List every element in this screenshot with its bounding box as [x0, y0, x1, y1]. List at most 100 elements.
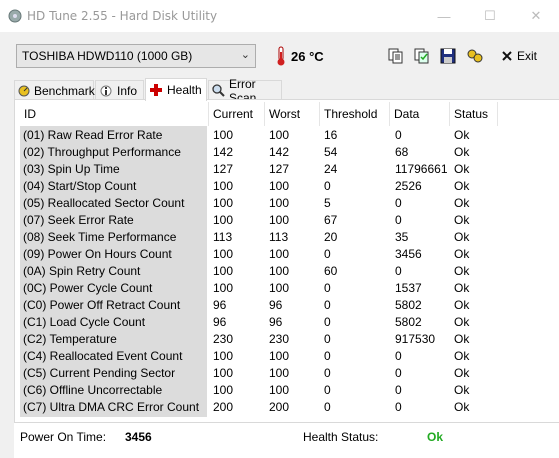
minimize-button[interactable]: — [421, 0, 467, 32]
cell-status: Ok [454, 145, 470, 159]
close-button[interactable]: ✕ [513, 0, 559, 32]
cell-data: 3456 [395, 247, 422, 261]
copy-info-button[interactable] [385, 45, 407, 67]
cell-status: Ok [454, 298, 470, 312]
table-row[interactable]: (C4) Reallocated Event Count 100 100 0 0 Ok [20, 347, 498, 364]
column-header-worst[interactable]: Worst [265, 102, 320, 126]
cell-current: 100 [213, 383, 234, 397]
options-button[interactable] [464, 45, 486, 67]
cell-current: 100 [213, 179, 234, 193]
maximize-icon: ☐ [484, 8, 496, 23]
tab-label: Benchmark [34, 83, 95, 98]
cell-threshold: 0 [324, 179, 331, 193]
table-row[interactable]: (05) Reallocated Sector Count 100 100 5 0 Ok [20, 194, 498, 211]
table-row[interactable]: (03) Spin Up Time 127 127 24 11796661 Ok [20, 160, 498, 177]
cell-data: 35 [395, 230, 409, 244]
column-header-id[interactable]: ID [20, 102, 209, 126]
cell-data: 1537 [395, 281, 422, 295]
cell-worst: 100 [269, 247, 290, 261]
table-row[interactable]: (09) Power On Hours Count 100 100 0 3456 Ok [20, 245, 498, 262]
cell-worst: 100 [269, 349, 290, 363]
table-row[interactable]: (08) Seek Time Performance 113 113 20 35 Ok [20, 228, 498, 245]
window-title: HD Tune 2.55 - Hard Disk Utility [27, 9, 218, 23]
cell-status: Ok [454, 332, 470, 346]
cell-current: 142 [213, 145, 234, 159]
cell-current: 100 [213, 247, 234, 261]
cell-worst: 100 [269, 281, 290, 295]
options-icon [467, 49, 483, 63]
cell-data: 0 [395, 264, 402, 278]
table-row[interactable]: (C5) Current Pending Sector 100 100 0 0 Ok [20, 364, 498, 381]
cell-data: 0 [395, 400, 402, 414]
cell-current: 96 [213, 298, 227, 312]
cell-id: (0C) Power Cycle Count [23, 281, 153, 295]
cell-id: (09) Power On Hours Count [23, 247, 172, 261]
cell-data: 2526 [395, 179, 422, 193]
cell-data: 5802 [395, 315, 422, 329]
cell-threshold: 0 [324, 332, 331, 346]
cell-threshold: 0 [324, 400, 331, 414]
cell-id: (0A) Spin Retry Count [23, 264, 141, 278]
cell-id: (08) Seek Time Performance [23, 230, 177, 244]
cell-worst: 230 [269, 332, 290, 346]
cell-status: Ok [454, 247, 470, 261]
table-row[interactable]: (C0) Power Off Retract Count 96 96 0 5802 Ok [20, 296, 498, 313]
cell-worst: 200 [269, 400, 290, 414]
cell-id: (03) Spin Up Time [23, 162, 120, 176]
power-on-time-value: 3456 [125, 430, 152, 444]
cell-id: (05) Reallocated Sector Count [23, 196, 185, 210]
cell-worst: 127 [269, 162, 290, 176]
minimize-icon: — [437, 8, 451, 24]
cell-id: (C5) Current Pending Sector [23, 366, 176, 380]
cell-threshold: 0 [324, 247, 331, 261]
cell-worst: 100 [269, 196, 290, 210]
cell-status: Ok [454, 179, 470, 193]
cell-data: 0 [395, 196, 402, 210]
table-row[interactable]: (0A) Spin Retry Count 100 100 60 0 Ok [20, 262, 498, 279]
table-row[interactable]: (C1) Load Cycle Count 96 96 0 5802 Ok [20, 313, 498, 330]
cell-status: Ok [454, 400, 470, 414]
cell-worst: 100 [269, 128, 290, 142]
cell-current: 200 [213, 400, 234, 414]
table-row[interactable]: (C7) Ultra DMA CRC Error Count 200 200 0 0 Ok [20, 398, 498, 415]
tab-health[interactable]: Health [145, 78, 207, 101]
tab-info[interactable]: Info [95, 80, 144, 100]
cell-id: (C0) Power Off Retract Count [23, 298, 181, 312]
table-row[interactable]: (02) Throughput Performance 142 142 54 68 Ok [20, 143, 498, 160]
cell-threshold: 5 [324, 196, 331, 210]
cell-current: 100 [213, 196, 234, 210]
column-header-status[interactable]: Status [450, 102, 498, 126]
tab-benchmark[interactable]: Benchmark [14, 80, 95, 100]
cell-id: (C4) Reallocated Event Count [23, 349, 183, 363]
tab-error-scan[interactable]: Error Scan [208, 77, 282, 105]
maximize-button[interactable]: ☐ [467, 0, 513, 32]
cell-id: (C2) Temperature [23, 332, 117, 346]
table-row[interactable]: (0C) Power Cycle Count 100 100 0 1537 Ok [20, 279, 498, 296]
save-icon [440, 48, 456, 64]
cell-id: (07) Seek Error Rate [23, 213, 134, 227]
exit-button[interactable]: Exit [501, 47, 537, 65]
chevron-down-icon[interactable]: ⌄ [241, 48, 250, 61]
table-row[interactable]: (C6) Offline Uncorrectable 100 100 0 0 Ok [20, 381, 498, 398]
copy-all-button[interactable] [411, 45, 433, 67]
temperature-readout: 26 °C [291, 49, 324, 64]
save-button[interactable] [437, 45, 459, 67]
drive-select[interactable]: TOSHIBA HDWD110 (1000 GB) ⌄ [16, 44, 256, 68]
table-row[interactable]: (07) Seek Error Rate 100 100 67 0 Ok [20, 211, 498, 228]
column-header-data[interactable]: Data [390, 102, 450, 126]
health-panel: ID Current Worst Threshold Data Status (… [14, 99, 559, 422]
table-row[interactable]: (C2) Temperature 230 230 0 917530 Ok [20, 330, 498, 347]
benchmark-icon [18, 84, 30, 98]
cell-data: 68 [395, 145, 409, 159]
cell-worst: 100 [269, 366, 290, 380]
table-row[interactable]: (01) Raw Read Error Rate 100 100 16 0 Ok [20, 126, 498, 143]
cell-current: 100 [213, 281, 234, 295]
cell-threshold: 0 [324, 349, 331, 363]
cell-status: Ok [454, 315, 470, 329]
table-row[interactable]: (04) Start/Stop Count 100 100 0 2526 Ok [20, 177, 498, 194]
cell-current: 100 [213, 213, 234, 227]
column-header-threshold[interactable]: Threshold [320, 102, 390, 126]
health-icon [149, 83, 163, 97]
cell-status: Ok [454, 128, 470, 142]
column-header-current[interactable]: Current [209, 102, 265, 126]
